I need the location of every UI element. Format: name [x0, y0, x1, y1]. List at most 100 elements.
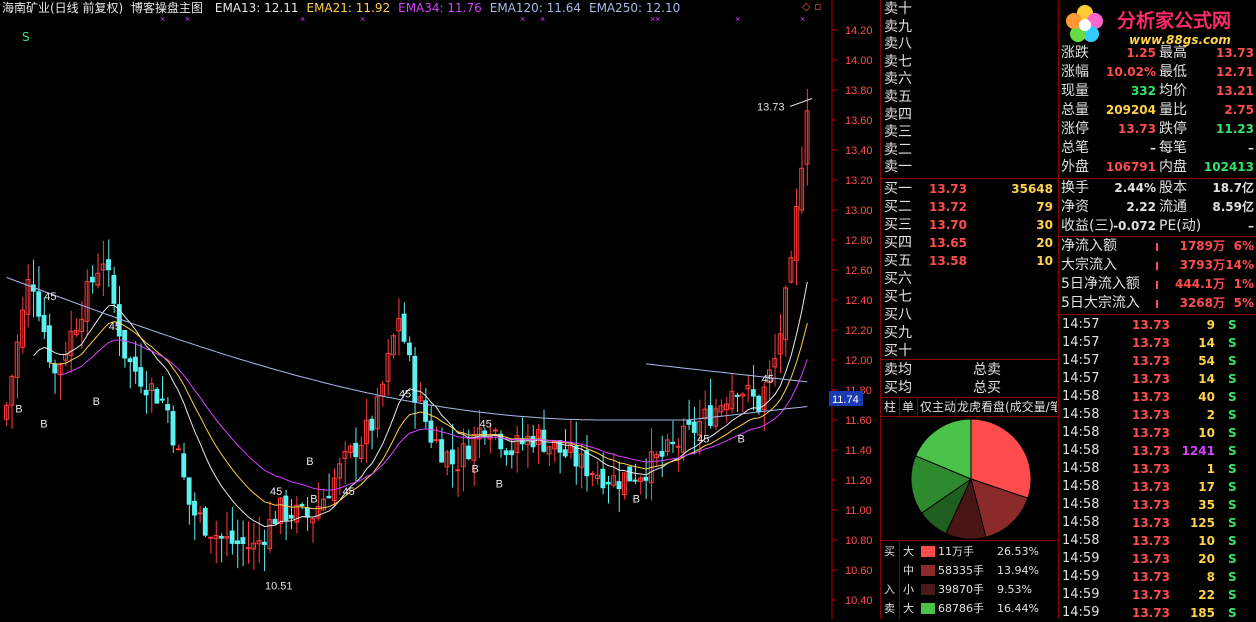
kline-chart[interactable]: 14.20 14.00 13.80 13.60 13.40 13.20 13.00 12.80…: [0, 0, 880, 619]
tick-side: S: [1228, 606, 1237, 620]
ask-level-label: 卖二: [884, 141, 912, 158]
flow-swatch: [921, 584, 935, 595]
candle-body: [605, 481, 611, 485]
tick-volume: 20: [1198, 552, 1215, 566]
buy-average-row: 买均 总买: [881, 379, 1057, 397]
tick-side: S: [1228, 552, 1237, 566]
bid-level-label: 买三: [884, 217, 912, 233]
ask-level-row[interactable]: 卖四: [881, 106, 1057, 124]
buy-average-label: 买均: [884, 380, 912, 396]
tick-row[interactable]: 14:59 13.73 8 S: [1060, 568, 1256, 586]
bid-level-row[interactable]: 买八: [881, 306, 1057, 324]
net-flow-bar: [1156, 262, 1158, 270]
tick-row[interactable]: 14:58 13.73 2 S: [1060, 406, 1256, 424]
tick-row[interactable]: 14:57 13.73 14 S: [1060, 334, 1256, 352]
candle-body: [132, 356, 138, 372]
ask-level-label: 卖九: [884, 18, 912, 35]
tick-row[interactable]: 14:58 13.73 40 S: [1060, 388, 1256, 406]
tick-time: 14:59: [1062, 569, 1100, 584]
bid-level-label: 买二: [884, 199, 912, 215]
quote-key: 均价: [1159, 83, 1187, 99]
flow-size: 大: [903, 602, 914, 615]
candle-body: [659, 450, 665, 457]
ask-level-row[interactable]: 卖一: [881, 158, 1057, 176]
ask-level-row[interactable]: 卖五: [881, 88, 1057, 106]
bid-level-row[interactable]: 买四 13.65 20: [881, 234, 1057, 252]
candle-body: [89, 276, 95, 283]
bid-level-row[interactable]: 买六: [881, 270, 1057, 288]
kline-chart-svg[interactable]: 14.20 14.00 13.80 13.60 13.40 13.20 13.00 12.80…: [0, 0, 880, 619]
tick-row[interactable]: 14:57 13.73 54 S: [1060, 352, 1256, 370]
quote-row: 涨跌 1.25 最高 13.73: [1059, 44, 1256, 63]
ask-level-row[interactable]: 卖十: [881, 0, 1057, 18]
chart-corner-icons[interactable]: ◇ ▫: [802, 0, 821, 13]
candle-body: [407, 342, 412, 356]
candle-body: [691, 421, 697, 433]
quote-value: 13.21: [1216, 84, 1254, 98]
ask-level-row[interactable]: 卖二: [881, 141, 1057, 159]
candle-body: [492, 429, 498, 432]
bid-level-row[interactable]: 买十: [881, 342, 1057, 360]
flow-tab[interactable]: 柱: [884, 398, 896, 416]
candle-body: [600, 468, 606, 489]
ask-level-row[interactable]: 卖六: [881, 70, 1057, 88]
ask-level-label: 卖四: [884, 106, 912, 123]
ema13-line: [33, 281, 808, 528]
tick-row[interactable]: 14:57 13.73 14 S: [1060, 370, 1256, 388]
signal-s-marker: S: [22, 30, 30, 44]
flow-percent: 13.94%: [997, 564, 1039, 577]
bid-level-qty: 35648: [1011, 182, 1053, 196]
bid-level-row[interactable]: 买九: [881, 324, 1057, 342]
ask-level-row[interactable]: 卖三: [881, 123, 1057, 141]
quote-value: 18.7亿: [1212, 181, 1254, 195]
bid-level-qty: 10: [1036, 254, 1053, 268]
signal-label-45: 45: [480, 419, 492, 431]
flow-side: 入: [884, 583, 895, 596]
tick-row[interactable]: 14:58 13.73 1 S: [1060, 460, 1256, 478]
tick-row[interactable]: 14:58 13.73 10 S: [1060, 424, 1256, 442]
candle-body: [428, 420, 434, 443]
net-flow-key: 5日大宗流入: [1061, 295, 1140, 311]
bid-level-row[interactable]: 买三 13.70 30: [881, 216, 1057, 234]
y-tick-label: 12.00: [845, 355, 873, 367]
tick-row[interactable]: 14:59 13.73 185 S: [1060, 604, 1256, 622]
tick-price: 13.73: [1132, 588, 1170, 602]
tick-row[interactable]: 14:58 13.73 10 S: [1060, 532, 1256, 550]
tick-time: 14:58: [1062, 407, 1100, 422]
tick-time: 14:57: [1062, 371, 1100, 386]
tick-row[interactable]: 14:58 13.73 17 S: [1060, 478, 1256, 496]
tick-price: 13.73: [1132, 426, 1170, 440]
quote-value: 2.22: [1126, 200, 1156, 214]
tick-volume: 54: [1198, 354, 1215, 368]
tick-row[interactable]: 14:59 13.73 22 S: [1060, 586, 1256, 604]
ask-level-row[interactable]: 卖八: [881, 35, 1057, 53]
bid-level-row[interactable]: 买七: [881, 288, 1057, 306]
tick-row[interactable]: 14:59 13.73 20 S: [1060, 550, 1256, 568]
tick-side: S: [1228, 354, 1237, 368]
stock-name: 海南矿业(日线 前复权): [2, 1, 124, 15]
flow-side: 买: [884, 545, 895, 558]
bid-level-row[interactable]: 买五 13.58 10: [881, 252, 1057, 270]
bid-level-row[interactable]: 买二 13.72 79: [881, 198, 1057, 216]
tick-price: 13.73: [1132, 534, 1170, 548]
net-flow-key: 5日净流入额: [1061, 276, 1140, 292]
ask-level-row[interactable]: 卖九: [881, 18, 1057, 36]
tick-side: S: [1228, 372, 1237, 386]
bid-level-label: 买八: [884, 307, 912, 323]
flow-tab[interactable]: 仅主动: [920, 398, 956, 416]
candle-body: [707, 405, 713, 426]
tick-row[interactable]: 14:57 13.73 9 S: [1060, 316, 1256, 334]
quote-key: 每笔: [1159, 140, 1187, 156]
quote-key: 跌停: [1159, 121, 1187, 137]
tick-row[interactable]: 14:58 13.73 1241 S: [1060, 442, 1256, 460]
bid-level-row[interactable]: 买一 13.73 35648: [881, 180, 1057, 198]
tick-row[interactable]: 14:58 13.73 125 S: [1060, 514, 1256, 532]
tick-row[interactable]: 14:58 13.73 35 S: [1060, 496, 1256, 514]
quote-key: 现量: [1061, 83, 1089, 99]
quote-value: –: [1150, 141, 1156, 155]
flow-tab[interactable]: 龙虎看盘(成交量/笔: [957, 398, 1057, 416]
candle-body: [401, 313, 407, 342]
ask-level-row[interactable]: 卖七: [881, 53, 1057, 71]
capital-flow-row: 卖大 68786手 16.44%: [881, 599, 1059, 618]
flow-tab[interactable]: 单: [902, 398, 914, 416]
